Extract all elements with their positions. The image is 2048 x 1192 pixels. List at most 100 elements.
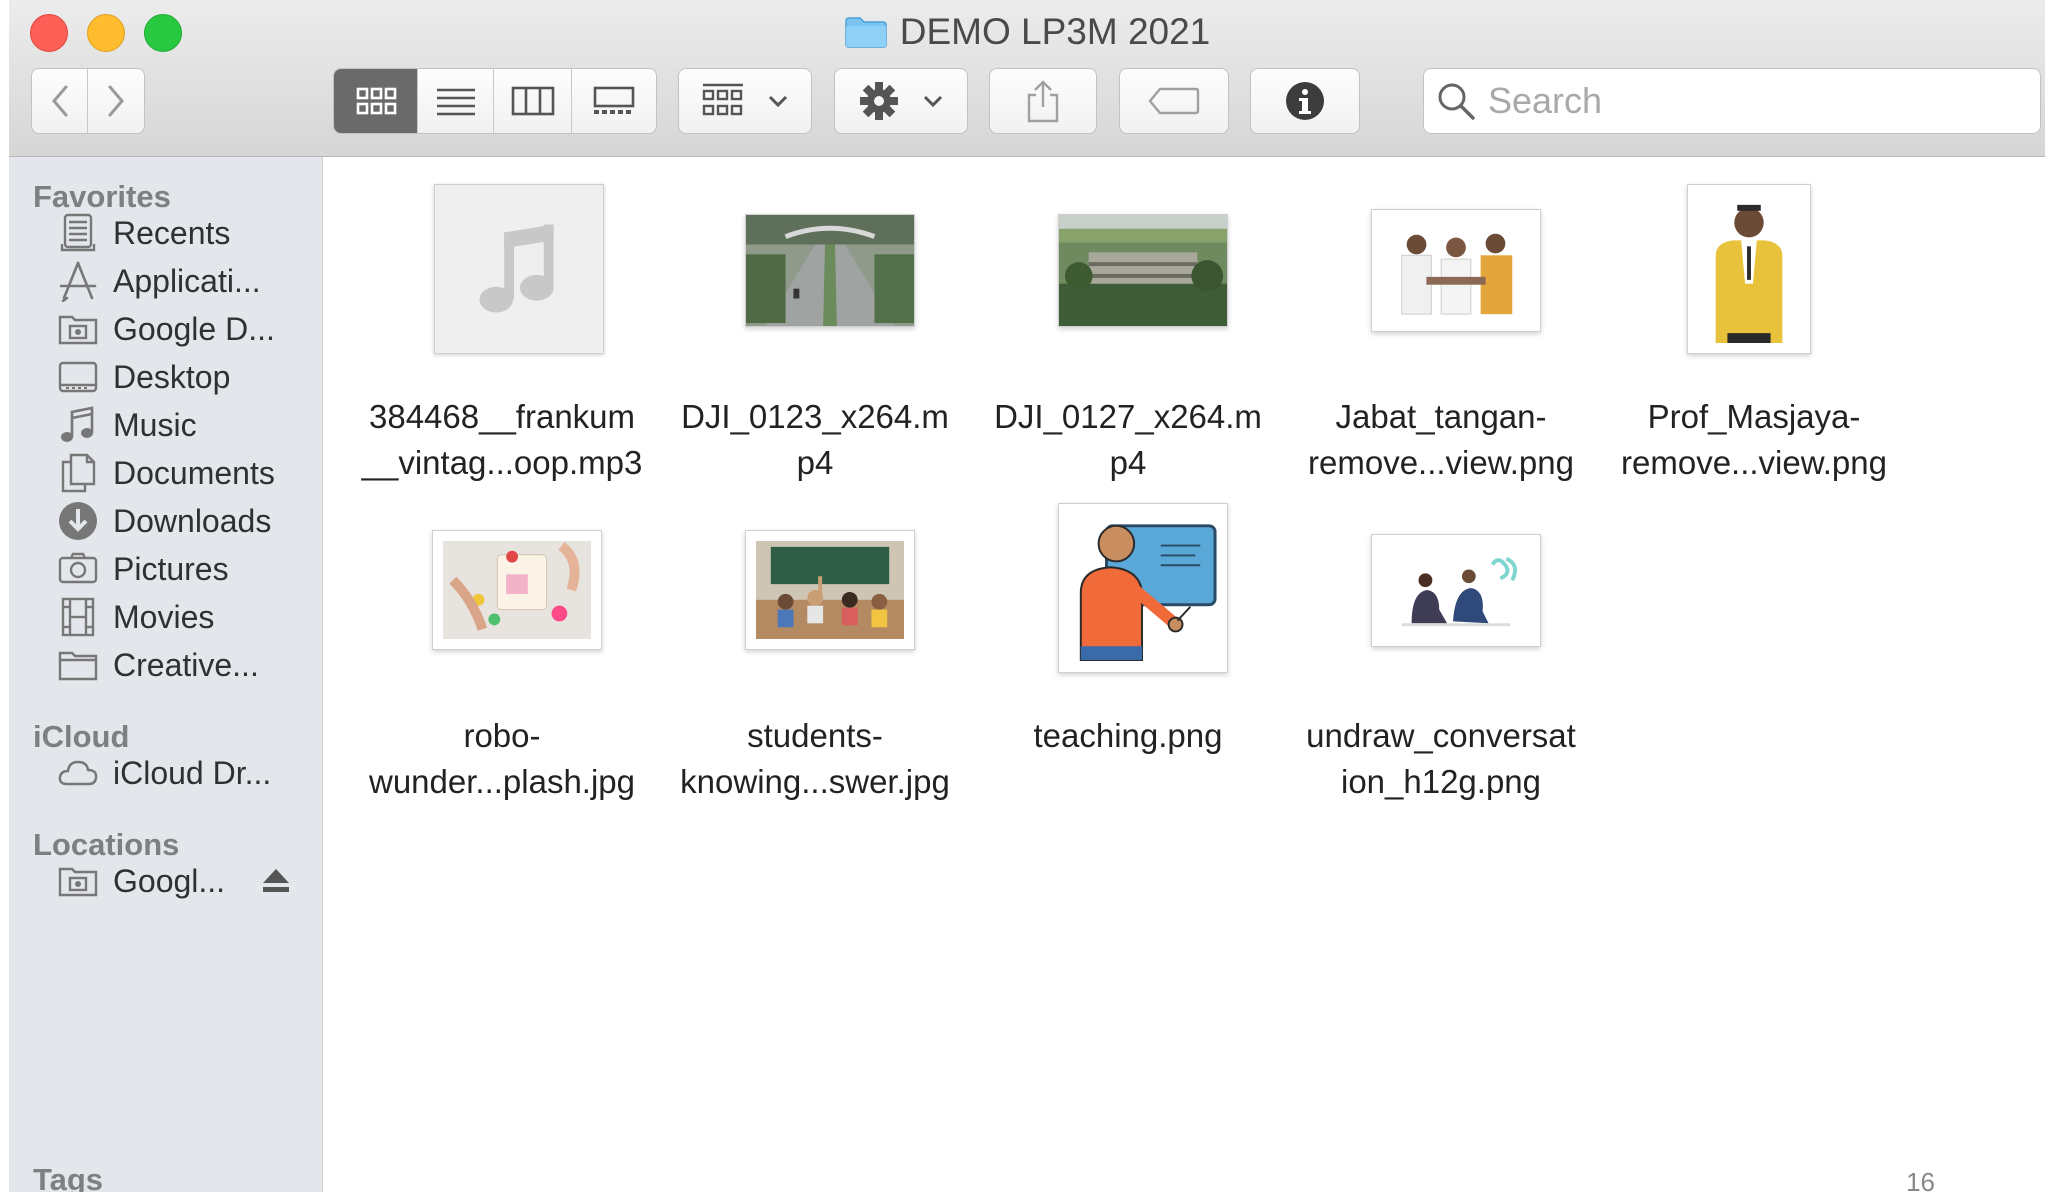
- eject-icon[interactable]: [261, 867, 291, 895]
- file-name-line: ion_h12g.png: [1340, 763, 1542, 800]
- file-name: Jabat_tangan-remove...view.png: [1271, 394, 1611, 486]
- sidebar-item-label: Pictures: [113, 550, 229, 587]
- classroom-image: [756, 541, 904, 639]
- file-name-line: teaching.png: [1033, 717, 1223, 754]
- sidebar-item-label: Creative...: [113, 646, 259, 683]
- cloud-icon: [58, 760, 98, 786]
- file-name-line: wunder...plash.jpg: [368, 763, 635, 800]
- video-thumbnail: [1058, 214, 1228, 327]
- view-mode-control: [333, 68, 657, 134]
- sidebar-item-creative[interactable]: Creative...: [57, 641, 319, 689]
- sidebar-item-label: Googl...: [113, 862, 226, 899]
- forward-button[interactable]: [88, 69, 144, 133]
- sidebar-item-applications[interactable]: Applicati...: [57, 257, 319, 305]
- file-name-line: students-: [747, 717, 883, 754]
- column-view-button[interactable]: [494, 69, 572, 133]
- window-title: DEMO LP3M 2021: [9, 10, 2045, 54]
- get-info-button[interactable]: [1250, 68, 1360, 134]
- image-thumbnail: [1058, 503, 1228, 673]
- search-icon: [1438, 83, 1475, 120]
- gallery-icon: [593, 86, 635, 114]
- file-name-line: 384468__frankum: [368, 398, 636, 435]
- file-name-line: knowing...swer.jpg: [680, 763, 950, 800]
- conversation-illustration: [1382, 545, 1530, 636]
- image-thumbnail: [1687, 184, 1811, 354]
- sidebar-item-label: Movies: [113, 598, 215, 635]
- file-name: DJI_0127_x264.m p4: [958, 394, 1298, 486]
- file-name-line: Prof_Masjaya-: [1647, 398, 1861, 435]
- sidebar-item-label: Downloads: [113, 502, 272, 539]
- icon-view-button[interactable]: [334, 69, 418, 133]
- teaching-illustration: [1067, 512, 1219, 664]
- recents-icon: [60, 213, 96, 252]
- image-thumbnail: [1371, 209, 1541, 332]
- music-note-icon: [61, 406, 94, 442]
- sidebar-item-music[interactable]: Music: [57, 401, 319, 449]
- page-number: 16: [1906, 1167, 1935, 1192]
- group-grid-icon: [702, 83, 743, 116]
- columns-icon: [511, 86, 554, 116]
- finder-window: DEMO LP3M 2021 Search Favorites Recents …: [9, 0, 2045, 1192]
- toolbar: DEMO LP3M 2021: [9, 0, 2045, 157]
- file-name: robo-wunder...plash.jpg: [332, 713, 672, 805]
- search-field[interactable]: [1423, 68, 2041, 134]
- file-name-line: undraw_conversat: [1306, 717, 1576, 754]
- tag-icon: [1148, 87, 1200, 115]
- action-menu-button[interactable]: [834, 68, 968, 134]
- file-name: Prof_Masjaya-remove...view.png: [1584, 394, 1924, 486]
- sidebar-item-documents[interactable]: Documents: [57, 449, 319, 497]
- sidebar-header-tags: Tags: [33, 1162, 104, 1192]
- sidebar-item-recents[interactable]: Recents: [57, 209, 319, 257]
- documents-icon: [61, 453, 96, 493]
- image-thumbnail: [1371, 534, 1541, 647]
- folder-icon: [58, 651, 98, 681]
- icon-grid-icon: [356, 87, 396, 115]
- sidebar-item-desktop[interactable]: Desktop: [57, 353, 319, 401]
- sidebar-item-label: Documents: [113, 454, 275, 491]
- file-name: teaching.png: [958, 713, 1298, 759]
- list-view-button[interactable]: [418, 69, 494, 133]
- group-by-button[interactable]: [678, 68, 812, 134]
- chevron-down-icon: [923, 95, 943, 108]
- file-name-line: p4: [1109, 444, 1147, 481]
- chevron-right-icon: [108, 85, 124, 117]
- sidebar: Favorites Recents Applicati... Google D.…: [9, 157, 323, 1192]
- sidebar-item-downloads[interactable]: Downloads: [57, 497, 319, 545]
- chevron-left-icon: [51, 85, 67, 117]
- search-input[interactable]: [1486, 79, 2030, 123]
- drive-folder-icon: [58, 315, 98, 345]
- video-thumbnail: [745, 214, 915, 327]
- gear-icon: [860, 82, 898, 120]
- sidebar-item-google-drive[interactable]: Google D...: [57, 305, 319, 353]
- share-button[interactable]: [989, 68, 1097, 134]
- share-icon: [1027, 80, 1059, 123]
- campus-building-image: [1059, 215, 1227, 326]
- file-grid: 384468__frankum __vintag...oop.mp3 DJI_01…: [323, 157, 2045, 1192]
- robot-toy-image: [443, 541, 591, 639]
- applications-icon: [59, 261, 97, 302]
- sidebar-item-label: Music: [113, 406, 197, 443]
- back-forward-control: [31, 68, 145, 134]
- file-name-line: remove...view.png: [1308, 444, 1574, 481]
- edit-tags-button[interactable]: [1119, 68, 1229, 134]
- sidebar-item-label: Desktop: [113, 358, 231, 395]
- back-button[interactable]: [32, 69, 88, 133]
- file-name-line: remove...view.png: [1621, 444, 1887, 481]
- sidebar-item-icloud-drive[interactable]: iCloud Dr...: [57, 749, 319, 797]
- handshake-people-image: [1382, 220, 1530, 321]
- camera-icon: [58, 552, 98, 584]
- desktop-icon: [58, 361, 98, 393]
- file-name-line: DJI_0127_x264.m: [994, 398, 1262, 435]
- sidebar-item-movies[interactable]: Movies: [57, 593, 319, 641]
- file-name: 384468__frankum __vintag...oop.mp3: [332, 394, 672, 486]
- gallery-view-button[interactable]: [572, 69, 656, 133]
- image-thumbnail: [432, 530, 602, 650]
- audio-file-icon: [434, 184, 604, 354]
- image-thumbnail: [745, 530, 915, 650]
- file-name-line: robo-: [463, 717, 541, 754]
- sidebar-item-label: Recents: [113, 214, 231, 251]
- window-title-text: DEMO LP3M 2021: [899, 11, 1211, 52]
- sidebar-item-pictures[interactable]: Pictures: [57, 545, 319, 593]
- downloads-icon: [59, 502, 97, 540]
- music-note-icon: [479, 224, 554, 313]
